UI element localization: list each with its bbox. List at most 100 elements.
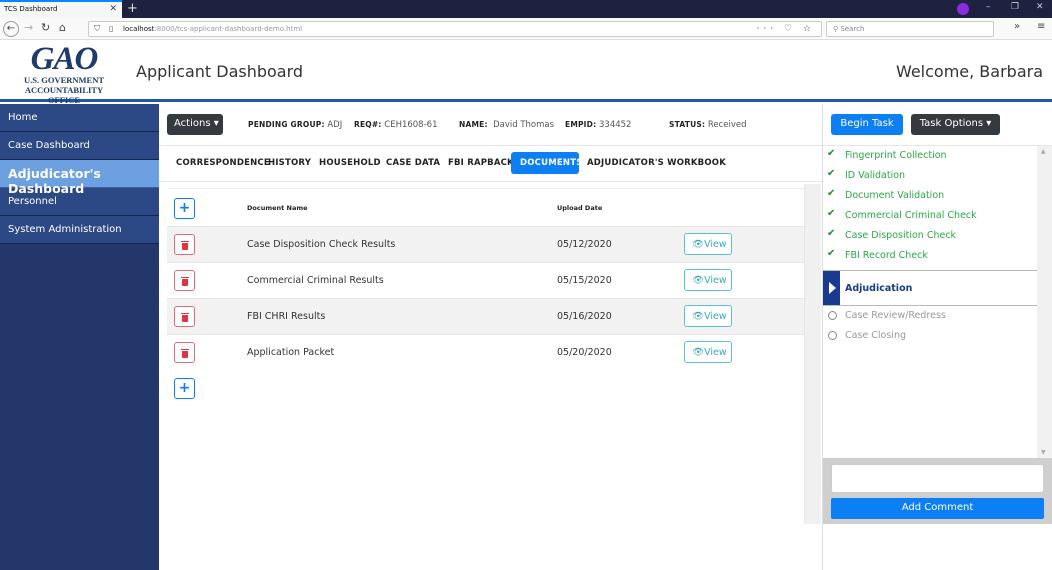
- table-row: FBI CHRI Results 05/16/2020 👁View: [167, 298, 804, 334]
- task-panel-toolbar: Begin Task Task Options ▾: [823, 104, 1052, 146]
- step-item[interactable]: Case Review/Redress: [823, 306, 1037, 326]
- actions-dropdown-button[interactable]: Actions ▾: [167, 114, 223, 135]
- scroll-down-icon[interactable]: ▼: [1041, 449, 1046, 456]
- name-info: Name: David Thomas: [459, 120, 554, 130]
- comment-box: Add Comment: [823, 458, 1052, 524]
- home-icon[interactable]: ⌂: [59, 21, 66, 34]
- table-row: Case Disposition Check Results 05/12/202…: [167, 226, 804, 262]
- reload-icon[interactable]: ↻: [41, 21, 50, 34]
- step-item[interactable]: ✔ FBI Record Check: [823, 246, 1037, 266]
- view-document-button[interactable]: 👁View: [684, 269, 732, 291]
- add-document-button[interactable]: +: [174, 198, 195, 219]
- check-icon: ✔: [827, 148, 836, 159]
- eye-icon: 👁: [692, 239, 705, 250]
- task-panel: Begin Task Task Options ▾ ✔ Fingerprint C…: [822, 104, 1052, 570]
- upload-date: 05/12/2020: [557, 239, 612, 250]
- task-options-dropdown-button[interactable]: Task Options ▾: [911, 114, 1000, 135]
- gao-logo[interactable]: GAO U.S. GOVERNMENT ACCOUNTABILITY OFFIC…: [8, 43, 120, 106]
- logo-line-2: ACCOUNTABILITY OFFICE: [24, 85, 104, 105]
- document-name: Commercial Criminal Results: [247, 275, 384, 286]
- scroll-up-icon[interactable]: ▲: [1041, 148, 1046, 155]
- step-label: Document Validation: [845, 190, 945, 201]
- browser-search-input[interactable]: ⚲ Search: [826, 21, 994, 37]
- req-label: Req#:: [354, 120, 382, 129]
- view-label: View: [704, 239, 727, 250]
- status-value: Received: [707, 120, 747, 130]
- step-item-current[interactable]: Adjudication: [823, 270, 1037, 306]
- step-item[interactable]: Case Closing: [823, 326, 1037, 346]
- back-icon[interactable]: ←: [3, 21, 19, 37]
- view-document-button[interactable]: 👁View: [684, 305, 732, 327]
- name-label: Name:: [459, 120, 488, 129]
- step-item[interactable]: ✔ Case Disposition Check: [823, 226, 1037, 246]
- delete-document-button[interactable]: [174, 306, 195, 327]
- tab-documents[interactable]: Documents: [511, 152, 582, 174]
- sidebar-item-home[interactable]: Home: [0, 104, 159, 132]
- delete-document-button[interactable]: [174, 270, 195, 291]
- close-tab-icon[interactable]: ✕: [109, 4, 117, 14]
- new-tab-icon[interactable]: +: [127, 1, 138, 16]
- sidebar-item-case-dashboard[interactable]: Case Dashboard: [0, 132, 159, 160]
- minimize-icon[interactable]: –: [986, 2, 991, 12]
- hamburger-menu-icon[interactable]: ≡: [1037, 21, 1045, 32]
- pending-group-info: Pending Group: ADJ: [248, 120, 342, 130]
- column-header-upload-date: Upload Date: [557, 204, 603, 212]
- url-bar[interactable]: ⛉ ▯ localhost:8000/tcs-applicant-dashboa…: [88, 21, 822, 37]
- page-title: Applicant Dashboard: [136, 62, 304, 81]
- comment-input[interactable]: [831, 464, 1044, 493]
- sidebar-item-label: Home: [8, 112, 38, 123]
- pending-group-label: Pending Group:: [248, 120, 325, 129]
- upload-date: 05/15/2020: [557, 275, 612, 286]
- task-panel-scrollbar[interactable]: ▲ ▼: [1037, 146, 1052, 458]
- document-name: Case Disposition Check Results: [247, 239, 396, 250]
- browser-toolbar: ← → ↻ ⌂ ⛉ ▯ localhost:8000/tcs-applicant…: [0, 18, 1052, 40]
- check-icon: ✔: [827, 188, 836, 199]
- case-info-bar: Actions ▾ Pending Group: ADJ Req#: CEH16…: [159, 104, 822, 146]
- case-tabs: Correspondence History Household Case Da…: [159, 146, 822, 182]
- step-label: Case Closing: [845, 330, 906, 341]
- delete-document-button[interactable]: [174, 342, 195, 363]
- logo-line-1: U.S. GOVERNMENT: [23, 75, 105, 85]
- status-label: Status:: [669, 120, 706, 129]
- view-document-button[interactable]: 👁View: [684, 341, 732, 363]
- private-browsing-icon: [957, 3, 969, 15]
- tab-adjudicators-workbook[interactable]: Adjudicator's Workbook: [578, 152, 735, 174]
- overflow-chevron-icon[interactable]: »: [1014, 21, 1020, 32]
- document-name: FBI CHRI Results: [247, 311, 326, 322]
- sidebar-item-adjudicators-dashboard[interactable]: Adjudicator's Dashboard: [0, 160, 165, 196]
- bookmark-star-icon[interactable]: ☆: [803, 24, 815, 34]
- close-window-icon[interactable]: ✕: [1036, 2, 1044, 12]
- step-item[interactable]: ✔ Fingerprint Collection: [823, 146, 1037, 166]
- main-content: Actions ▾ Pending Group: ADJ Req#: CEH16…: [159, 104, 822, 570]
- name-value: David Thomas: [493, 120, 555, 130]
- page-icon: ▯: [109, 24, 114, 33]
- pocket-icon[interactable]: ♡: [784, 24, 796, 34]
- step-item[interactable]: ✔ Commercial Criminal Check: [823, 206, 1037, 226]
- sidebar-item-label: Personnel: [8, 196, 57, 207]
- main-scrollbar[interactable]: [804, 184, 821, 524]
- step-label: ID Validation: [845, 170, 906, 181]
- req-info: Req#: CEH1608-61: [354, 120, 437, 130]
- delete-document-button[interactable]: [174, 234, 195, 255]
- table-header: + Document Name Upload Date: [167, 188, 804, 226]
- add-document-button-bottom[interactable]: +: [174, 378, 195, 399]
- step-item[interactable]: ✔ Document Validation: [823, 186, 1037, 206]
- sidebar-item-system-administration[interactable]: System Administration: [0, 216, 159, 244]
- step-label: Commercial Criminal Check: [845, 210, 977, 221]
- view-document-button[interactable]: 👁View: [684, 233, 732, 255]
- begin-task-button[interactable]: Begin Task: [831, 114, 903, 135]
- maximize-icon[interactable]: ❐: [1011, 2, 1019, 12]
- check-icon: ✔: [827, 168, 836, 179]
- forward-icon[interactable]: →: [24, 21, 33, 34]
- add-comment-button[interactable]: Add Comment: [831, 498, 1044, 519]
- step-label: Case Disposition Check: [845, 230, 957, 241]
- more-icon[interactable]: ···: [757, 24, 778, 34]
- view-label: View: [704, 347, 727, 358]
- req-value: CEH1608-61: [384, 120, 438, 130]
- view-label: View: [704, 311, 727, 322]
- browser-tab[interactable]: TCS Dashboard ✕: [0, 0, 122, 18]
- eye-icon: 👁: [692, 347, 705, 358]
- step-item[interactable]: ✔ ID Validation: [823, 166, 1037, 186]
- browser-tab-bar: TCS Dashboard ✕ + – ❐ ✕: [0, 0, 1052, 18]
- upload-date: 05/20/2020: [557, 347, 612, 358]
